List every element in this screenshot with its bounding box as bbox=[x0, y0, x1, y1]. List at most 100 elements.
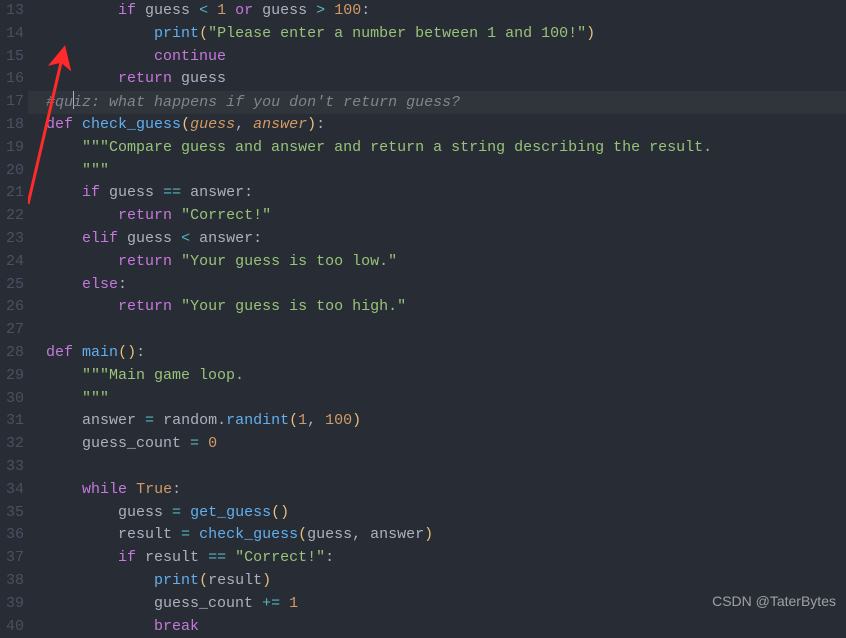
code-token: print bbox=[154, 25, 199, 42]
code-token: ( bbox=[199, 25, 208, 42]
code-token: break bbox=[154, 618, 199, 635]
watermark: CSDN @TaterBytes bbox=[712, 590, 836, 613]
code-token: guess bbox=[46, 504, 172, 521]
code-token: += bbox=[262, 595, 280, 612]
code-line[interactable]: while True: bbox=[28, 479, 846, 502]
code-token: def bbox=[46, 116, 73, 133]
code-token: : bbox=[118, 276, 127, 293]
code-token: if bbox=[118, 549, 136, 566]
line-number: 14 bbox=[0, 23, 24, 46]
code-line[interactable]: break bbox=[28, 616, 846, 638]
line-number: 25 bbox=[0, 274, 24, 297]
code-token bbox=[46, 230, 82, 247]
code-line[interactable]: """Compare guess and answer and return a… bbox=[28, 137, 846, 160]
line-number: 15 bbox=[0, 46, 24, 69]
code-line[interactable]: """ bbox=[28, 388, 846, 411]
code-token: check_guess bbox=[82, 116, 181, 133]
code-token: ) bbox=[307, 116, 316, 133]
code-token: return bbox=[118, 70, 172, 87]
code-line[interactable]: def main(): bbox=[28, 342, 846, 365]
code-token: "Correct!" bbox=[235, 549, 325, 566]
code-line[interactable]: answer = random.randint(1, 100) bbox=[28, 410, 846, 433]
code-token: , bbox=[352, 526, 370, 543]
code-token: 0 bbox=[208, 435, 217, 452]
code-line[interactable]: else: bbox=[28, 274, 846, 297]
code-token bbox=[127, 481, 136, 498]
code-token: guess_count bbox=[46, 595, 262, 612]
code-token: : bbox=[172, 481, 181, 498]
line-number: 24 bbox=[0, 251, 24, 274]
code-line[interactable]: guess = get_guess() bbox=[28, 502, 846, 525]
code-token bbox=[280, 595, 289, 612]
code-token bbox=[46, 618, 154, 635]
code-token: return bbox=[118, 298, 172, 315]
code-token: : bbox=[136, 344, 145, 361]
code-token: """ bbox=[46, 390, 109, 407]
code-line[interactable] bbox=[28, 319, 846, 342]
code-token: """Main game loop. bbox=[82, 367, 244, 384]
code-line[interactable]: """Main game loop. bbox=[28, 365, 846, 388]
code-token: = bbox=[190, 435, 199, 452]
code-line[interactable]: if guess < 1 or guess > 100: bbox=[28, 0, 846, 23]
code-token: guess bbox=[118, 230, 181, 247]
code-line[interactable]: print("Please enter a number between 1 a… bbox=[28, 23, 846, 46]
code-line[interactable]: result = check_guess(guess, answer) bbox=[28, 524, 846, 547]
code-token: guess_count bbox=[46, 435, 190, 452]
code-token bbox=[46, 481, 82, 498]
code-token bbox=[172, 253, 181, 270]
code-token: while bbox=[82, 481, 127, 498]
code-token: return bbox=[118, 207, 172, 224]
code-token: = bbox=[145, 412, 154, 429]
code-line[interactable]: guess_count = 0 bbox=[28, 433, 846, 456]
line-number-gutter: 1314151617181920212223242526272829303132… bbox=[0, 0, 28, 621]
line-number: 34 bbox=[0, 479, 24, 502]
code-line[interactable]: if result == "Correct!": bbox=[28, 547, 846, 570]
code-token: 1 bbox=[289, 595, 298, 612]
code-token: 1 bbox=[298, 412, 307, 429]
code-token: . bbox=[217, 412, 226, 429]
code-line[interactable]: return "Your guess is too low." bbox=[28, 251, 846, 274]
code-token bbox=[46, 184, 82, 201]
code-line[interactable] bbox=[28, 456, 846, 479]
line-number: 31 bbox=[0, 410, 24, 433]
code-token: answer bbox=[370, 526, 424, 543]
code-token: : bbox=[325, 549, 334, 566]
code-line[interactable]: return "Your guess is too high." bbox=[28, 296, 846, 319]
code-token: result bbox=[208, 572, 262, 589]
code-token bbox=[181, 504, 190, 521]
code-token bbox=[226, 2, 235, 19]
code-token: answer bbox=[253, 116, 307, 133]
code-token: def bbox=[46, 344, 73, 361]
code-token: == bbox=[208, 549, 226, 566]
line-number: 28 bbox=[0, 342, 24, 365]
code-line[interactable]: return "Correct!" bbox=[28, 205, 846, 228]
code-token: randint bbox=[226, 412, 289, 429]
code-token: get_guess bbox=[190, 504, 271, 521]
code-token: < bbox=[199, 2, 208, 19]
code-line[interactable]: #quiz: what happens if you don't return … bbox=[28, 91, 846, 114]
code-line[interactable]: if guess == answer: bbox=[28, 182, 846, 205]
code-line[interactable]: continue bbox=[28, 46, 846, 69]
line-number: 35 bbox=[0, 502, 24, 525]
code-line[interactable]: elif guess < answer: bbox=[28, 228, 846, 251]
line-number: 39 bbox=[0, 593, 24, 616]
code-token bbox=[172, 207, 181, 224]
line-number: 21 bbox=[0, 182, 24, 205]
code-token: if bbox=[82, 184, 100, 201]
code-token bbox=[190, 526, 199, 543]
code-token: ( bbox=[298, 526, 307, 543]
code-area[interactable]: if guess < 1 or guess > 100: print("Plea… bbox=[28, 0, 846, 621]
code-line[interactable]: """ bbox=[28, 160, 846, 183]
code-token: "Your guess is too high." bbox=[181, 298, 406, 315]
code-token bbox=[46, 139, 82, 156]
code-line[interactable]: return guess bbox=[28, 68, 846, 91]
code-token bbox=[73, 116, 82, 133]
code-line[interactable]: def check_guess(guess, answer): bbox=[28, 114, 846, 137]
code-token: == bbox=[163, 184, 181, 201]
code-token: "Correct!" bbox=[181, 207, 271, 224]
code-editor[interactable]: 1314151617181920212223242526272829303132… bbox=[0, 0, 846, 621]
code-token: return bbox=[118, 253, 172, 270]
code-token: iz: what happens if you don't return gue… bbox=[73, 94, 460, 111]
code-token: """Compare guess and answer and return a… bbox=[82, 139, 712, 156]
code-token: """ bbox=[46, 162, 109, 179]
